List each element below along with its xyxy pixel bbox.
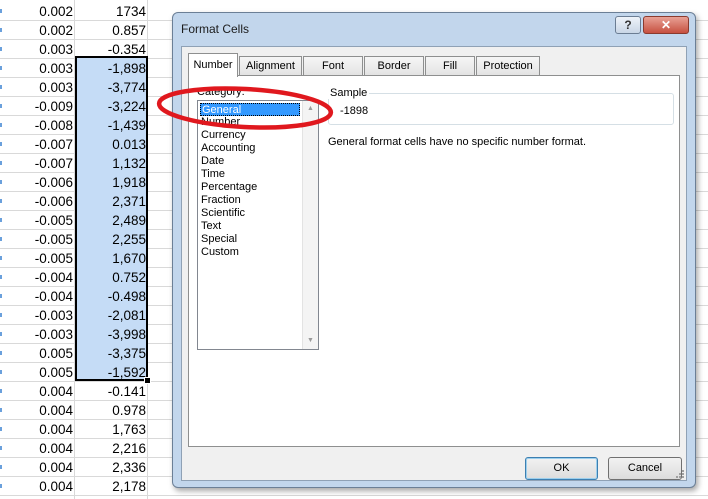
cell-col-a[interactable]: 0.003 bbox=[0, 78, 73, 97]
cell-col-b[interactable]: -0.141 bbox=[75, 382, 146, 401]
cell-col-a[interactable]: 0.002 bbox=[0, 21, 73, 40]
ok-button[interactable]: OK bbox=[525, 457, 598, 480]
cell-col-a[interactable]: -0.009 bbox=[0, 97, 73, 116]
category-item[interactable]: Percentage bbox=[200, 181, 300, 194]
cell-col-a[interactable]: 0.004 bbox=[0, 439, 73, 458]
tab-fill[interactable]: Fill bbox=[425, 56, 475, 75]
cell-col-a[interactable]: -0.007 bbox=[0, 154, 73, 173]
cell-col-b[interactable]: 2,336 bbox=[75, 458, 146, 477]
tab-number-label: Number bbox=[193, 59, 233, 71]
scroll-up-icon[interactable]: ▲ bbox=[303, 101, 318, 117]
tab-fill-label: Fill bbox=[442, 60, 458, 72]
number-tab-panel: Category: General Number Currency Accoun… bbox=[188, 75, 680, 447]
cell-col-b[interactable]: 1734 bbox=[75, 2, 146, 21]
category-item[interactable]: Number bbox=[200, 116, 300, 129]
format-cells-dialog: Format Cells ? ✕ Number Alignment Font B… bbox=[172, 12, 696, 488]
category-item[interactable]: Fraction bbox=[200, 194, 300, 207]
scroll-down-icon[interactable]: ▼ bbox=[303, 333, 318, 349]
help-button[interactable]: ? bbox=[615, 16, 641, 34]
category-item[interactable]: Currency bbox=[200, 129, 300, 142]
tab-alignment-label: Alignment bbox=[246, 60, 295, 72]
category-label: Category: bbox=[197, 86, 245, 98]
cell-col-b[interactable]: 2,178 bbox=[75, 477, 146, 496]
cell-col-b[interactable]: 0.857 bbox=[75, 21, 146, 40]
cell-col-a[interactable]: 0.004 bbox=[0, 420, 73, 439]
dialog-titlebar[interactable]: Format Cells ? ✕ bbox=[173, 13, 695, 47]
cell-col-a[interactable]: 0.004 bbox=[0, 477, 73, 496]
tab-border[interactable]: Border bbox=[364, 56, 424, 75]
cancel-button[interactable]: Cancel bbox=[608, 457, 682, 480]
resize-grip-icon[interactable] bbox=[674, 468, 684, 478]
selected-range-border bbox=[75, 56, 148, 381]
tab-number[interactable]: Number bbox=[188, 53, 238, 77]
cell-col-a[interactable]: -0.005 bbox=[0, 249, 73, 268]
cell-col-a[interactable]: 0.005 bbox=[0, 363, 73, 382]
cell-col-a[interactable]: -0.003 bbox=[0, 325, 73, 344]
sample-value: -1898 bbox=[340, 105, 369, 117]
cell-col-a[interactable]: -0.003 bbox=[0, 306, 73, 325]
cell-col-a[interactable]: -0.007 bbox=[0, 135, 73, 154]
cell-col-a[interactable]: -0.006 bbox=[0, 192, 73, 211]
cell-col-b[interactable]: 1,763 bbox=[75, 420, 146, 439]
cell-col-a[interactable]: 0.004 bbox=[0, 382, 73, 401]
category-item[interactable]: General bbox=[200, 103, 300, 116]
fill-handle[interactable] bbox=[144, 377, 151, 384]
cell-col-a[interactable]: -0.006 bbox=[0, 173, 73, 192]
tab-protection-label: Protection bbox=[483, 60, 533, 72]
tab-font[interactable]: Font bbox=[303, 56, 363, 75]
cell-col-b[interactable]: 2,216 bbox=[75, 439, 146, 458]
tab-protection[interactable]: Protection bbox=[476, 56, 540, 75]
cell-col-a[interactable]: 0.002 bbox=[0, 2, 73, 21]
cell-col-a[interactable]: 0.003 bbox=[0, 40, 73, 59]
category-item[interactable]: Date bbox=[200, 155, 300, 168]
close-icon: ✕ bbox=[660, 18, 672, 32]
tab-border-label: Border bbox=[377, 60, 411, 72]
dialog-title: Format Cells bbox=[181, 22, 250, 36]
cell-col-a[interactable]: 0.003 bbox=[0, 59, 73, 78]
format-description: General format cells have no specific nu… bbox=[328, 136, 587, 148]
cell-col-a[interactable]: 0.005 bbox=[0, 344, 73, 363]
cell-col-a[interactable]: 0.004 bbox=[0, 458, 73, 477]
cell-col-a[interactable]: -0.004 bbox=[0, 287, 73, 306]
cell-col-b[interactable]: 0.978 bbox=[75, 401, 146, 420]
category-item[interactable]: Accounting bbox=[200, 142, 300, 155]
sample-group bbox=[328, 93, 674, 125]
category-item[interactable]: Text bbox=[200, 220, 300, 233]
help-icon: ? bbox=[624, 18, 632, 32]
cell-col-a[interactable]: 0.004 bbox=[0, 401, 73, 420]
cell-col-a[interactable]: -0.005 bbox=[0, 230, 73, 249]
cell-col-a[interactable]: -0.004 bbox=[0, 268, 73, 287]
category-item[interactable]: Special bbox=[200, 233, 300, 246]
close-button[interactable]: ✕ bbox=[643, 16, 689, 34]
tab-alignment[interactable]: Alignment bbox=[239, 56, 302, 75]
cell-col-a[interactable]: -0.008 bbox=[0, 116, 73, 135]
cell-col-a[interactable]: -0.005 bbox=[0, 211, 73, 230]
sample-label: Sample bbox=[328, 87, 370, 99]
category-item[interactable]: Scientific bbox=[200, 207, 300, 220]
category-list[interactable]: General Number Currency Accounting Date … bbox=[197, 100, 319, 350]
category-scrollbar[interactable]: ▲ ▼ bbox=[302, 101, 318, 349]
category-item[interactable]: Time bbox=[200, 168, 300, 181]
dialog-body: Number Alignment Font Border Fill Protec… bbox=[181, 46, 687, 481]
tab-font-label: Font bbox=[321, 60, 344, 72]
category-item[interactable]: Custom bbox=[200, 246, 300, 259]
